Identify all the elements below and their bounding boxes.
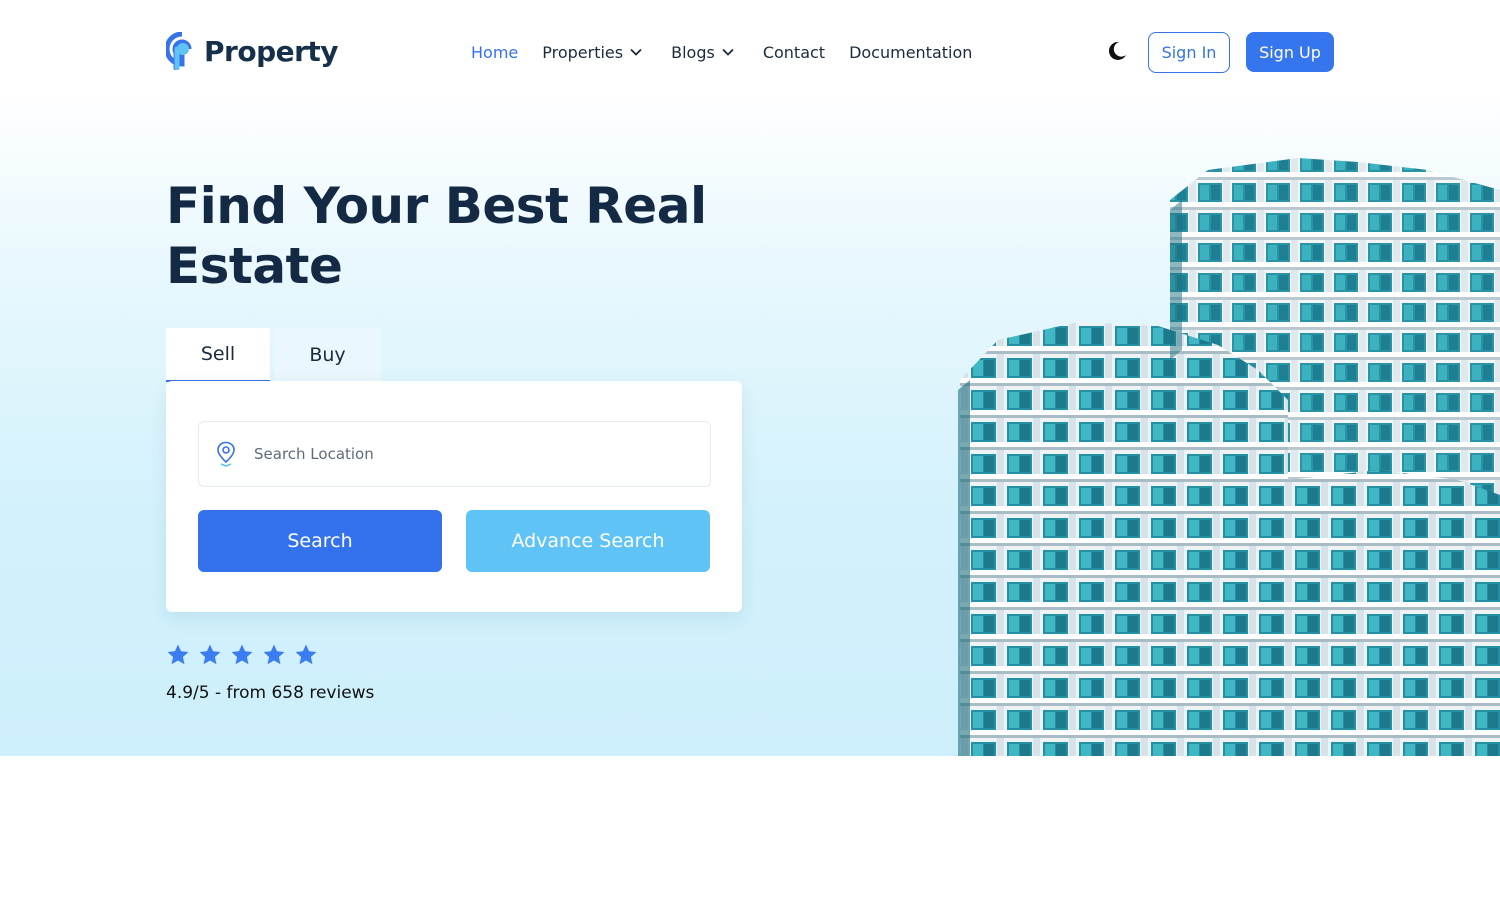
star-icon [167,644,189,665]
main-nav: Home Properties Blogs Contact Documentat… [471,40,996,64]
star-icon [199,644,221,665]
rating-summary: 4.9/5 - from 658 reviews [166,683,375,703]
page: Property Home Properties Blogs Contact D… [0,0,1500,920]
search-card: Search Advance Search [166,381,742,612]
listing-type-tabs: Sell Buy [166,328,381,382]
site-header: Property Home Properties Blogs Contact D… [0,0,1500,104]
tab-sell[interactable]: Sell [166,328,270,382]
nav-item-label: Blogs [671,42,715,62]
location-pin-icon [217,441,235,467]
tab-buy[interactable]: Buy [274,328,381,382]
moon-icon[interactable] [1106,40,1128,62]
star-icon [295,644,317,665]
sign-in-button[interactable]: Sign In [1148,32,1230,73]
nav-item-label: Documentation [849,42,973,62]
nav-item-documentation[interactable]: Documentation [849,40,972,64]
nav-item-label: Contact [762,42,826,62]
chevron-down-icon [722,48,734,56]
star-icon [231,644,253,665]
nav-item-blogs[interactable]: Blogs [671,40,735,64]
nav-item-contact[interactable]: Contact [763,40,825,64]
nav-item-home[interactable]: Home [471,40,518,64]
building-image [958,158,1500,756]
hero-section: Property Home Properties Blogs Contact D… [0,0,1500,756]
location-search-field[interactable] [198,421,711,487]
hero-headline: Find Your Best Real Estate [166,177,707,295]
nav-item-properties[interactable]: Properties [542,40,643,64]
sign-up-button[interactable]: Sign Up [1246,32,1334,72]
search-location-input[interactable] [254,445,674,463]
star-icon [263,644,285,665]
chevron-down-icon [630,48,642,56]
advance-search-button[interactable]: Advance Search [466,510,710,572]
logo[interactable]: Property [166,32,339,70]
rating-stars [166,643,326,667]
logo-icon [166,32,192,70]
nav-item-label: Properties [542,42,624,62]
search-button[interactable]: Search [198,510,442,572]
logo-text: Property [204,34,339,68]
nav-item-label: Home [471,42,519,62]
